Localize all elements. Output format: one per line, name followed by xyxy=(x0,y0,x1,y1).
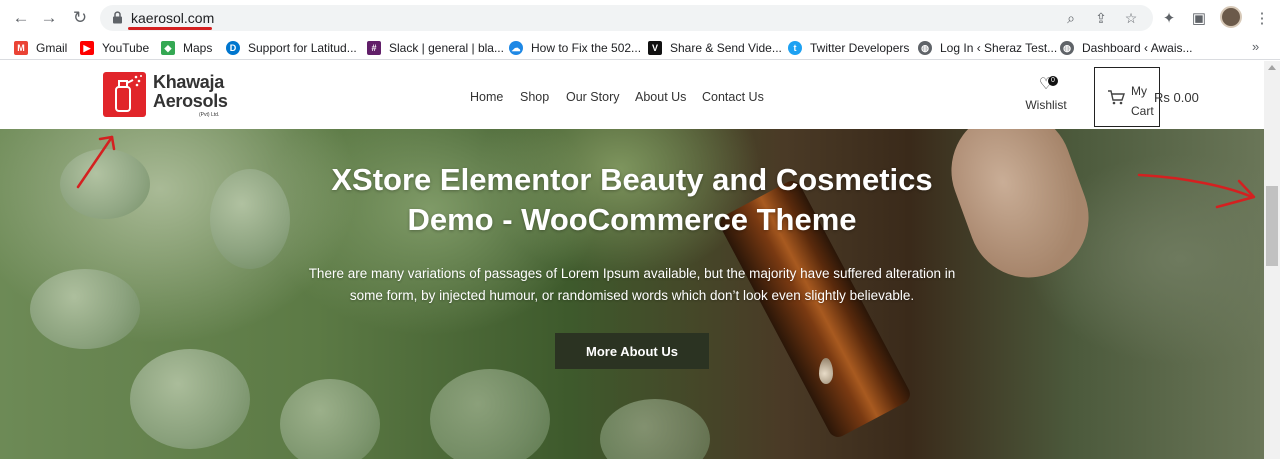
leaf-decoration xyxy=(280,379,380,459)
wishlist-label: Wishlist xyxy=(1025,98,1067,112)
nav-about-us[interactable]: About Us xyxy=(635,90,686,104)
bookmark-sheraz-login[interactable]: ◍ Log In ‹ Sheraz Test... xyxy=(918,40,1057,56)
hero-banner: XStore Elementor Beauty and Cosmetics De… xyxy=(0,129,1264,459)
leaf-decoration xyxy=(60,149,150,219)
cloud-icon: ☁ xyxy=(509,41,523,55)
star-icon[interactable]: ☆ xyxy=(1122,9,1140,27)
page-scrollbar[interactable] xyxy=(1264,61,1280,459)
maps-icon: ◆ xyxy=(161,41,175,55)
browser-toolbar: ← → ↻ kaerosol.com ⌕ ⇪ ☆ ✦ ▣ ⋮ xyxy=(0,0,1280,36)
globe-icon: ◍ xyxy=(918,41,932,55)
extensions-icon[interactable]: ✦ xyxy=(1159,8,1179,28)
heart-icon: ♡ xyxy=(1038,76,1054,93)
oil-drop-image xyxy=(819,358,833,384)
leaf-decoration xyxy=(430,369,550,459)
share-icon[interactable]: ⇪ xyxy=(1092,9,1110,27)
bookmark-gmail[interactable]: M Gmail xyxy=(14,40,67,56)
side-panel-icon[interactable]: ▣ xyxy=(1189,8,1209,28)
cart-icon xyxy=(1107,89,1125,109)
wishlist-count-badge: 0 xyxy=(1048,76,1058,86)
wishlist-button[interactable]: ♡ 0 Wishlist xyxy=(1024,76,1068,112)
profile-avatar[interactable] xyxy=(1220,6,1242,28)
cart-label: My Cart xyxy=(1131,84,1154,118)
logo-icon[interactable] xyxy=(103,72,146,117)
bookmark-dell-support[interactable]: D Support for Latitud... xyxy=(226,40,357,56)
leaf-decoration xyxy=(30,269,140,349)
more-about-us-button[interactable]: More About Us xyxy=(555,333,709,369)
gmail-icon: M xyxy=(14,41,28,55)
twitter-icon: t xyxy=(788,41,802,55)
hero-description: There are many variations of passages of… xyxy=(308,266,956,303)
cart-total: Rs 0.00 xyxy=(1154,90,1199,105)
scroll-up-icon[interactable] xyxy=(1268,65,1276,70)
site-header: Khawaja Aerosols (Pvt) Ltd. Home Shop Ou… xyxy=(0,61,1264,129)
bookmark-502-fix[interactable]: ☁ How to Fix the 502... xyxy=(509,40,641,56)
reload-icon[interactable]: ↻ xyxy=(70,8,90,28)
slack-icon: # xyxy=(367,41,381,55)
scrollbar-thumb[interactable] xyxy=(1266,186,1278,266)
leaf-decoration xyxy=(600,399,710,459)
forward-icon[interactable]: → xyxy=(39,8,59,28)
leaf-decoration xyxy=(210,169,290,269)
logo-subtitle: (Pvt) Ltd. xyxy=(199,112,220,118)
url-text[interactable]: kaerosol.com xyxy=(131,10,214,26)
bookmark-twitter-dev[interactable]: t Twitter Developers xyxy=(788,40,909,56)
bookmark-maps[interactable]: ◆ Maps xyxy=(161,40,212,56)
globe-icon: ◍ xyxy=(1060,41,1074,55)
leaf-decoration xyxy=(130,349,250,449)
page-viewport: Khawaja Aerosols (Pvt) Ltd. Home Shop Ou… xyxy=(0,61,1264,459)
red-underline-annotation xyxy=(128,27,212,30)
cart-button[interactable]: My Cart xyxy=(1094,67,1160,127)
bookmark-awais-dashboard[interactable]: ◍ Dashboard ‹ Awais... xyxy=(1060,40,1193,56)
back-icon[interactable]: ← xyxy=(11,8,31,28)
bookmark-slack[interactable]: # Slack | general | bla... xyxy=(367,40,504,56)
bookmarks-bar: M Gmail ▶ YouTube ◆ Maps D Support for Latit… xyxy=(0,36,1280,60)
nav-home[interactable]: Home xyxy=(470,90,503,104)
youtube-icon: ▶ xyxy=(80,41,94,55)
hero-title: XStore Elementor Beauty and Cosmetics De… xyxy=(331,162,933,237)
menu-icon[interactable]: ⋮ xyxy=(1252,8,1272,28)
address-bar[interactable]: kaerosol.com ⌕ ⇪ ☆ xyxy=(100,5,1153,31)
nav-shop[interactable]: Shop xyxy=(520,90,549,104)
v-icon: V xyxy=(648,41,662,55)
logo-wordmark[interactable]: Khawaja Aerosols xyxy=(153,73,228,111)
zoom-icon[interactable]: ⌕ xyxy=(1062,9,1080,27)
nav-contact-us[interactable]: Contact Us xyxy=(702,90,764,104)
bookmarks-overflow-icon[interactable]: » xyxy=(1252,39,1259,54)
nav-our-story[interactable]: Our Story xyxy=(566,90,620,104)
dell-icon: D xyxy=(226,41,240,55)
lock-icon xyxy=(113,11,122,24)
bookmark-share-video[interactable]: V Share & Send Vide... xyxy=(648,40,782,56)
bookmark-youtube[interactable]: ▶ YouTube xyxy=(80,40,149,56)
